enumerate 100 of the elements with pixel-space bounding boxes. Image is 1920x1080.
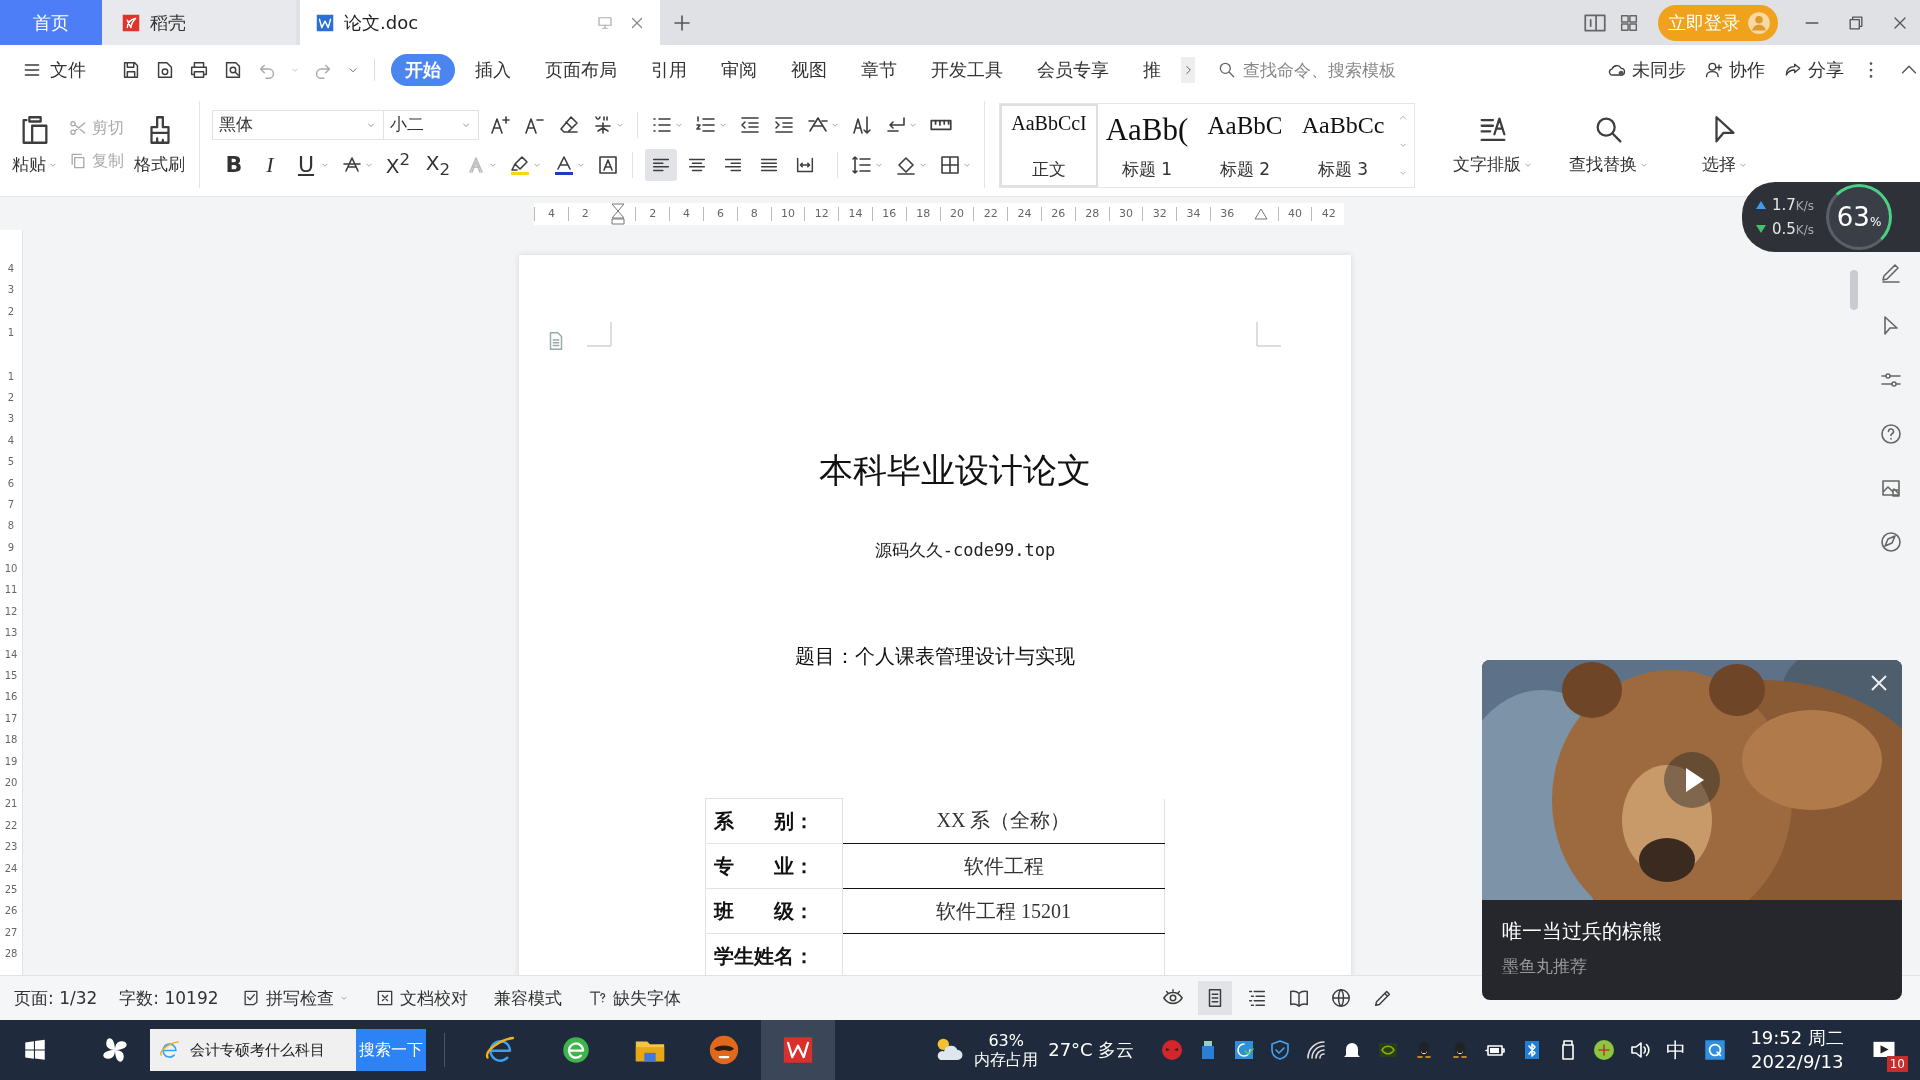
source-line: 源码久久-code99.top — [873, 539, 1056, 562]
ribbon-tab[interactable]: 视图 — [777, 54, 841, 86]
view-mode-button[interactable] — [1198, 981, 1232, 1015]
ruler-number: 8 — [7, 519, 15, 534]
clock[interactable]: 19:52 周二 2022/9/13 — [1750, 1026, 1844, 1074]
status-button[interactable]: 兼容模式 — [493, 986, 562, 1010]
ruler-number: 6 — [7, 476, 15, 491]
ribbon-tab[interactable]: 引用 — [637, 54, 701, 86]
print-icon[interactable] — [188, 59, 210, 81]
style-option[interactable]: AaBbC 标题 2 — [1196, 104, 1294, 187]
ruler-number: 2 — [567, 206, 602, 221]
ruler-number: 21 — [4, 797, 18, 812]
video-title[interactable]: 唯一当过兵的棕熊 — [1502, 918, 1882, 945]
ribbon-tab[interactable]: 插入 — [461, 54, 525, 86]
mask-app-icon[interactable] — [1160, 1038, 1185, 1062]
search-icon[interactable] — [1217, 60, 1237, 80]
command-search[interactable]: 查找命令、搜索模板 — [1217, 59, 1445, 81]
network-monitor[interactable]: 1.7K/s 0.5K/s 63% — [1742, 182, 1920, 252]
status-button[interactable]: 拼写检查 — [240, 986, 349, 1010]
table-cell: 软件工程 15201 — [842, 888, 1165, 934]
paste-button[interactable]: 粘贴 — [12, 113, 58, 176]
status-button[interactable]: 文档校对 — [374, 986, 468, 1010]
ribbon-tab[interactable]: 推 — [1129, 54, 1175, 86]
ruler-number: 2 — [7, 304, 15, 319]
close-icon[interactable] — [1870, 674, 1888, 692]
upload-speed: 1.7K/s — [1772, 196, 1815, 214]
input-method[interactable]: 中 — [1666, 1036, 1687, 1064]
indent-marker[interactable] — [1253, 207, 1268, 220]
style-option[interactable]: AaBbCc 标题 3 — [1294, 104, 1392, 187]
add-person-icon[interactable] — [1704, 60, 1724, 80]
ruler-number: 26 — [4, 904, 18, 919]
ribbon-tab[interactable]: 页面布局 — [531, 54, 631, 86]
ruler-number: 42 — [1311, 206, 1346, 221]
indent-marker[interactable] — [611, 202, 626, 225]
ribbon-tab[interactable]: 章节 — [847, 54, 911, 86]
header-action[interactable]: 协作 — [1704, 58, 1765, 82]
format-button[interactable]: U — [292, 149, 320, 180]
format-painter-button[interactable]: 格式刷 — [134, 113, 185, 176]
ruler-number: 2 — [635, 206, 670, 221]
ribbon-tab[interactable]: 开始 — [391, 54, 455, 86]
format-button[interactable]: I — [256, 149, 284, 180]
ruler-number: 5 — [7, 455, 15, 470]
document-tab[interactable]: 论文.doc — [300, 0, 660, 45]
ruler-number: 1 — [7, 326, 15, 341]
ruler-number: 22 — [4, 818, 18, 833]
ruler-number: 34 — [1176, 206, 1210, 221]
ruler-number: 2 — [7, 390, 15, 405]
ruler-number: 28 — [4, 947, 18, 962]
ruler-number: 16 — [871, 206, 906, 221]
document-tab[interactable]: 首页 — [0, 0, 102, 45]
header-action[interactable]: 分享 — [1783, 58, 1844, 82]
table-cell: 软件工程 — [842, 843, 1165, 889]
format-button[interactable]: X$^{2}$ — [382, 149, 414, 180]
style-option[interactable]: AaBbCcI 正文 — [1000, 104, 1098, 187]
search-button[interactable]: 搜索一下 — [356, 1029, 426, 1071]
corner-mark — [587, 322, 613, 348]
ruler-number: 11 — [4, 583, 18, 598]
scrollbar-thumb[interactable] — [1850, 270, 1858, 310]
ruler-number: 27 — [4, 925, 18, 940]
header-action[interactable]: 未同步 — [1607, 58, 1686, 82]
ribbon-tab[interactable]: 审阅 — [707, 54, 771, 86]
status-button[interactable]: 缺失字体 — [587, 986, 681, 1010]
windows-start-icon[interactable] — [22, 1037, 48, 1063]
ruler-number: 24 — [4, 861, 18, 876]
tool-button[interactable]: 查找替换 — [1565, 113, 1653, 176]
ruler-number: 12 — [4, 604, 18, 619]
file-menu[interactable]: 文件 — [22, 58, 86, 82]
tool-button[interactable]: 选择 — [1681, 113, 1769, 176]
globe-icon[interactable] — [1330, 987, 1352, 1009]
download-arrow-icon — [1756, 225, 1766, 233]
taskbar-search[interactable]: 会计专硕考什么科目 — [150, 1029, 356, 1071]
table-cell: 专 业： — [705, 843, 843, 889]
corner-mark — [1255, 322, 1281, 348]
sync-app-icon[interactable] — [1232, 1038, 1257, 1062]
book-icon[interactable] — [1288, 987, 1310, 1009]
font-size-select[interactable]: 小二 — [383, 109, 479, 140]
ruler-number: 7 — [7, 497, 15, 512]
ruler-number: 10 — [4, 562, 18, 577]
ruler-number: 32 — [1142, 206, 1177, 221]
ruler-number: 4 — [669, 206, 703, 221]
style-option[interactable]: AaBb( 标题 1 — [1098, 104, 1196, 187]
word-count: 字数: 10192 — [119, 986, 219, 1010]
compass-icon[interactable] — [1879, 530, 1903, 554]
video-popup[interactable]: 唯一当过兵的棕熊 墨鱼丸推荐 — [1482, 660, 1902, 1000]
ruler-number: 30 — [1108, 206, 1143, 221]
format-button[interactable]: X$_{2}$ — [422, 149, 454, 180]
raccoon-app-icon[interactable] — [707, 1033, 741, 1067]
ruler-number: 18 — [905, 206, 940, 221]
format-button[interactable]: B — [220, 149, 248, 180]
taskbar-app[interactable] — [761, 1020, 835, 1080]
play-icon[interactable] — [1664, 752, 1720, 808]
usage-ring: 63% — [1826, 184, 1893, 250]
document-tab[interactable]: 稻壳 — [102, 0, 296, 45]
ruler-number: 23 — [4, 840, 18, 855]
ribbon-tab[interactable]: 会员专享 — [1023, 54, 1123, 86]
tool-button[interactable]: 文字排版 — [1449, 113, 1537, 176]
video-source: 墨鱼丸推荐 — [1502, 955, 1588, 978]
font-family-select[interactable]: 黑体 — [212, 109, 384, 140]
help-icon[interactable] — [1879, 422, 1903, 446]
ribbon-tab[interactable]: 开发工具 — [917, 54, 1017, 86]
